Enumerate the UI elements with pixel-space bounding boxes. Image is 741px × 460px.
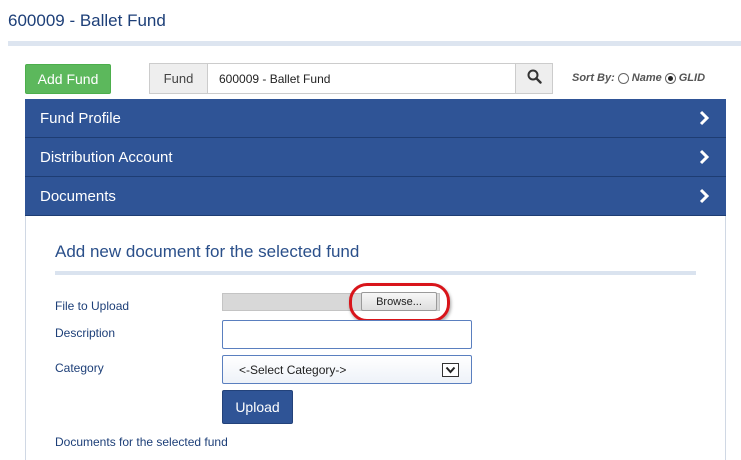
sort-glid-label[interactable]: GLID <box>679 72 705 84</box>
category-selected-value: <-Select Category-> <box>239 362 347 377</box>
documents-list-heading: Documents for the selected fund <box>55 435 228 449</box>
sort-name-radio[interactable] <box>617 72 629 84</box>
accordion-fund-profile[interactable]: Fund Profile <box>25 99 726 138</box>
sort-glid-radio[interactable] <box>664 72 676 84</box>
page-title: 600009 - Ballet Fund <box>8 11 166 30</box>
accordion-distribution-account[interactable]: Distribution Account <box>25 138 726 177</box>
accordion-label: Documents <box>40 187 116 205</box>
accordion-label: Distribution Account <box>40 148 173 166</box>
accordion-label: Fund Profile <box>40 109 121 127</box>
description-input[interactable] <box>222 320 472 349</box>
add-fund-button[interactable]: Add Fund <box>25 64 111 94</box>
chevron-right-icon <box>698 188 710 208</box>
upload-button[interactable]: Upload <box>222 390 293 424</box>
chevron-down-icon <box>442 363 459 377</box>
section-divider <box>55 271 696 275</box>
sort-name-label[interactable]: Name <box>632 72 662 84</box>
title-divider <box>8 41 741 46</box>
sort-by-group: Sort By: Name GLID <box>572 72 705 84</box>
section-heading: Add new document for the selected fund <box>55 242 360 261</box>
category-select[interactable]: <-Select Category-> <box>222 355 472 384</box>
search-icon <box>527 69 542 89</box>
accordion-documents[interactable]: Documents <box>25 177 726 216</box>
description-label: Description <box>55 326 116 340</box>
category-label: Category <box>55 361 104 375</box>
fund-label: Fund <box>149 63 207 94</box>
chevron-right-icon <box>698 149 710 169</box>
chevron-right-icon <box>698 110 710 130</box>
browse-button[interactable]: Browse... <box>361 292 437 311</box>
file-to-upload-label: File to Upload <box>55 299 130 313</box>
search-button[interactable] <box>515 63 553 94</box>
sort-by-label: Sort By: <box>572 72 615 84</box>
fund-search-input[interactable] <box>207 63 516 94</box>
